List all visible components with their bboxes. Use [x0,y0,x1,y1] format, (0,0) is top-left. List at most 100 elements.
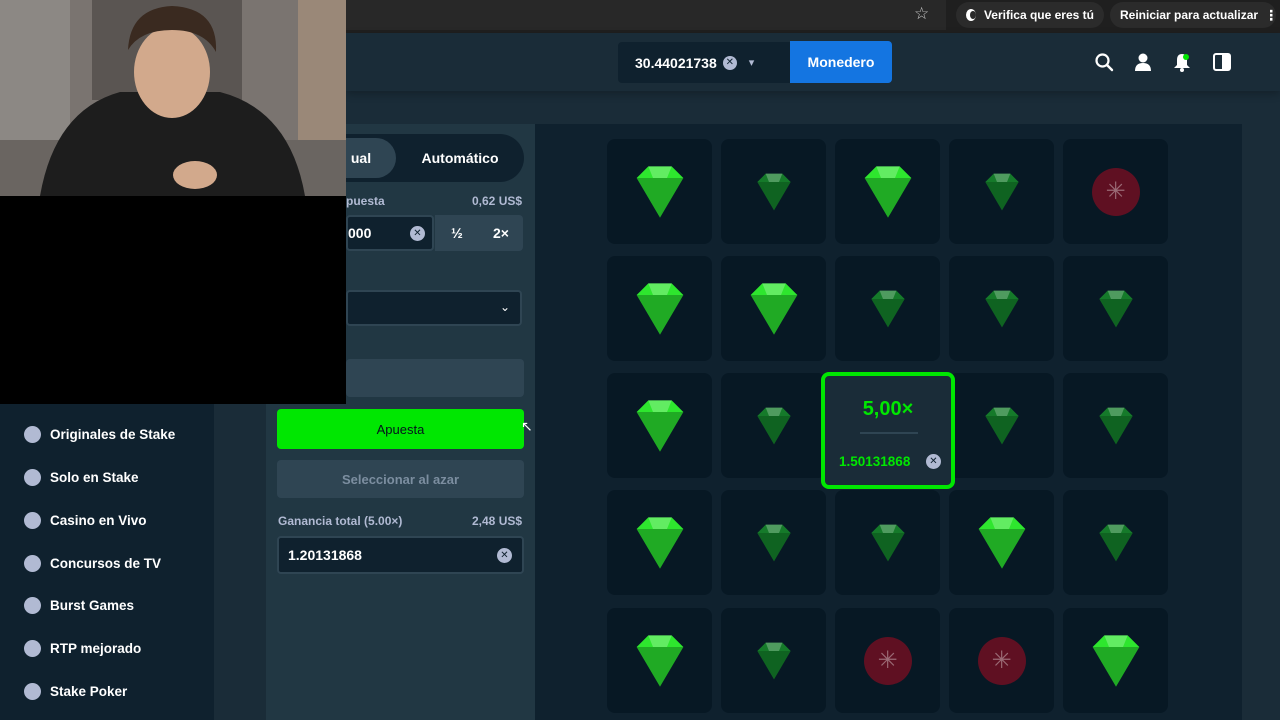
tile-gem[interactable] [949,139,1054,244]
restart-update-button[interactable]: Reiniciar para actualizar ⋮ [1110,2,1278,28]
gem-icon [750,282,797,335]
balance-display[interactable]: 30.44021738 ✕ ▾ [618,42,790,83]
total-profit-usd: 2,48 US$ [472,514,523,528]
sidebar-gutter [214,404,230,720]
tile-gem[interactable] [1063,373,1168,478]
notification-icon[interactable] [1172,52,1192,72]
tile-gem[interactable] [1063,256,1168,361]
tile-gem-revealed[interactable] [607,490,712,595]
gem-icon [984,290,1019,327]
sidebar-item-label: Stake Poker [50,683,128,699]
mic-icon [24,554,41,572]
tile-mine[interactable] [1063,139,1168,244]
currency-icon: ✕ [722,55,737,70]
gem-icon [1092,634,1139,687]
gem-icon [756,524,791,561]
sidebar-item-poker[interactable]: Stake Poker [24,680,127,702]
currency-icon: ✕ [410,226,425,241]
tile-gem-revealed[interactable] [835,139,940,244]
mine-icon [977,636,1026,685]
half-bet-button[interactable]: ½ [435,215,479,251]
gem-icon [864,165,911,218]
tile-gem[interactable] [721,490,826,595]
sidebar-item-stake-only[interactable]: Solo en Stake [24,466,139,488]
wallet-button[interactable]: Monedero [790,41,892,83]
gem-icon [636,282,683,335]
tile-gem[interactable] [835,256,940,361]
sidebar-item-label: RTP mejorado [50,640,142,656]
win-amount: 1.50131868 [839,454,911,469]
win-popup: 5,00× 1.50131868 ✕ [821,372,955,489]
sidebar-item-label: Burst Games [50,597,135,613]
tile-mine[interactable] [949,608,1054,713]
more-vert-icon[interactable]: ⋮ [1264,7,1278,24]
random-pick-button[interactable]: Seleccionar al azar [277,460,524,498]
verify-pill[interactable]: Verifica que eres tú [956,2,1104,28]
gem-icon [636,399,683,452]
mine-icon [1091,167,1140,216]
gem-icon [756,407,791,444]
chevron-down-icon: ⌄ [499,300,510,314]
tile-gem[interactable] [721,139,826,244]
bookmark-star-icon[interactable]: ☆ [914,4,929,24]
tile-gem[interactable] [721,373,826,478]
user-icon[interactable] [1133,52,1153,72]
tile-gem-revealed[interactable] [1063,608,1168,713]
sidebar-item-live-casino[interactable]: Casino en Vivo [24,509,147,531]
battery-icon [24,639,41,657]
chevron-down-icon[interactable]: ▾ [749,56,755,69]
sidebar-item-label: Originales de Stake [50,426,176,442]
tile-gem[interactable] [721,608,826,713]
gem-icon [1098,290,1133,327]
gem-icon [870,290,905,327]
tile-mine[interactable] [835,608,940,713]
mines-count-select[interactable]: ⌄ [346,290,522,326]
mouse-cursor-icon: ↖ [521,418,533,434]
webcam-overlay [0,0,346,196]
mine-icon [863,636,912,685]
tab-automatic[interactable]: Automático [400,138,520,178]
currency-icon: ✕ [926,454,941,469]
tile-gem[interactable] [949,373,1054,478]
sidebar-item-originals[interactable]: Originales de Stake [24,423,175,445]
tile-gem[interactable] [835,490,940,595]
double-bet-button[interactable]: 2× [479,215,523,251]
tile-gem-revealed[interactable] [607,373,712,478]
sidebar-toggle-icon[interactable] [1212,52,1232,72]
tile-gem[interactable] [1063,490,1168,595]
streamer-webcam-image [0,0,346,196]
casino-sidebar: Originales de Stake Solo en Stake Casino… [0,404,214,720]
gem-icon [870,524,905,561]
total-profit-value: 1.20131868 [288,547,362,563]
gem-icon [978,516,1025,569]
webcam-black-area [0,196,346,404]
verify-label: Verifica que eres tú [983,8,1094,22]
sidebar-item-rtp[interactable]: RTP mejorado [24,637,141,659]
fire-icon [24,425,41,443]
bet-amount-label: puesta [346,194,385,208]
sidebar-item-label: Concursos de TV [50,555,162,571]
gem-icon [756,642,791,679]
address-bar[interactable] [346,0,946,30]
gem-icon [984,173,1019,210]
sidebar-item-label: Casino en Vivo [50,512,147,528]
sidebar-item-burst-games[interactable]: Burst Games [24,594,134,616]
crown-icon [24,596,41,614]
gem-icon [756,173,791,210]
search-icon[interactable] [1094,52,1114,72]
gem-icon [1098,524,1133,561]
tile-gem-revealed[interactable] [607,256,712,361]
bet-button[interactable]: Apuesta [277,409,524,449]
tile-gem-revealed[interactable] [607,608,712,713]
gem-icon [984,407,1019,444]
win-multiplier: 5,00× [862,398,914,420]
tile-gem[interactable] [949,256,1054,361]
tile-gem-revealed[interactable] [607,139,712,244]
tile-gem-revealed[interactable] [949,490,1054,595]
total-profit-label: Ganancia total (5.00×) [278,514,403,528]
total-profit-field: 1.20131868 [277,536,524,574]
tile-gem-revealed[interactable] [721,256,826,361]
currency-icon: ✕ [497,548,512,563]
poker-chip-icon [24,682,41,700]
sidebar-item-tv-games[interactable]: Concursos de TV [24,552,161,574]
